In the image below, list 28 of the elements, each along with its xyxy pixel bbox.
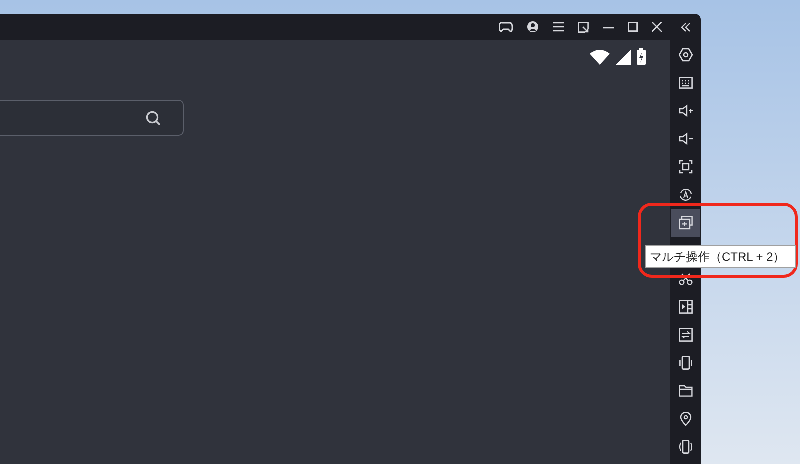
frame-icon [678,160,692,174]
wifi-icon [590,50,610,65]
battery-icon [637,48,646,65]
tooltip: マルチ操作（CTRL + 2） [645,245,796,268]
menu-icon[interactable] [553,22,564,32]
sidebar-button[interactable] [671,209,700,237]
location-pin-icon [678,412,692,426]
folder-icon [678,384,692,398]
user-icon[interactable] [527,21,539,33]
scissors-icon [678,272,692,286]
rotate-icon [678,188,692,202]
speaker-minus-icon [678,132,692,146]
video-panel-icon [678,300,692,314]
hexagon-icon [678,48,692,62]
speaker-plus-icon [678,104,692,118]
resize-icon[interactable] [578,22,589,32]
gamepad-icon[interactable] [499,22,513,32]
keyboard-icon [678,76,692,90]
windows-plus-icon [678,216,692,230]
collapse-icon[interactable] [680,22,690,32]
phone-shake-icon [678,356,692,370]
swap-icon [678,328,692,342]
search-icon [146,110,161,126]
close-icon[interactable] [652,22,662,32]
search-field[interactable] [0,100,184,136]
phone-vibrate-icon [678,440,692,454]
maximize-icon[interactable] [628,22,638,32]
signal-icon [616,50,631,65]
